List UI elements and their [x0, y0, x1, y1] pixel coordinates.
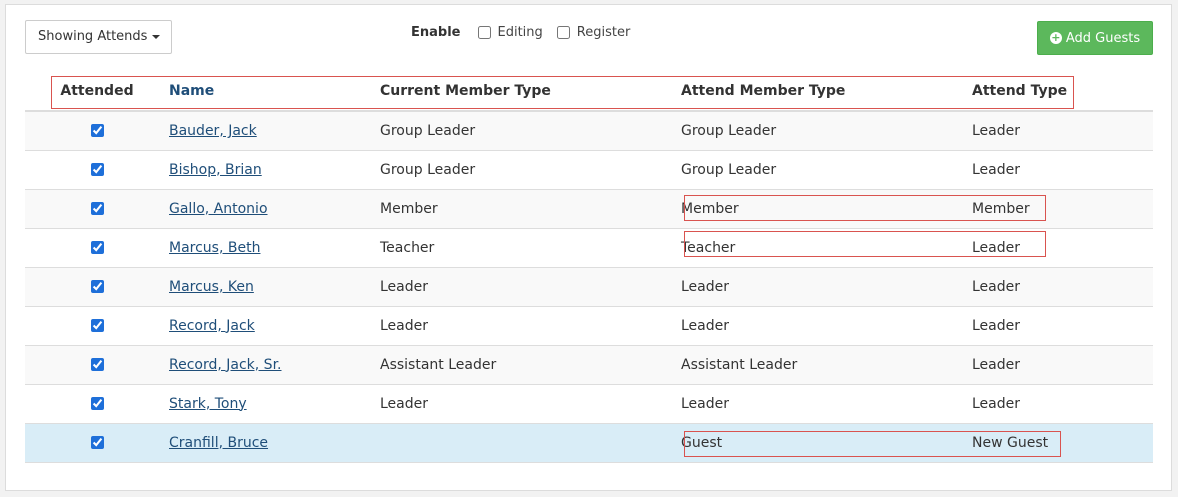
table-row: Stark, Tony Leader Leader Leader [25, 384, 1153, 424]
member-name-link[interactable]: Stark, Tony [169, 396, 247, 412]
current-member-type-cell: Leader [380, 306, 681, 346]
attended-cell [25, 384, 169, 424]
attended-cell [25, 423, 169, 463]
member-name-link[interactable]: Bishop, Brian [169, 162, 262, 178]
attended-checkbox[interactable] [90, 358, 104, 371]
caret-down-icon [152, 34, 161, 39]
add-guests-label: Add Guests [1065, 30, 1141, 46]
current-member-type-cell: Teacher [380, 228, 681, 268]
header-attend-type[interactable]: Attend Type [972, 72, 1153, 112]
attend-type-cell: Leader [972, 345, 1153, 385]
attendance-panel: Showing Attends Enable Editing Register … [5, 4, 1172, 491]
table-row: Bishop, Brian Group Leader Group Leader Lea… [25, 150, 1153, 190]
attended-cell [25, 111, 169, 151]
editing-label: Editing [497, 24, 543, 40]
attended-cell [25, 306, 169, 346]
attend-type-cell: New Guest [972, 423, 1153, 463]
attend-member-type-cell: Assistant Leader [681, 345, 972, 385]
current-member-type-cell: Member [380, 189, 681, 229]
attend-member-type-cell: Group Leader [681, 150, 972, 190]
attended-cell [25, 345, 169, 385]
attended-cell [25, 267, 169, 307]
current-member-type-cell: Leader [380, 267, 681, 307]
attend-type-cell: Leader [972, 150, 1153, 190]
attend-member-type-cell: Leader [681, 384, 972, 424]
name-cell: Bauder, Jack [169, 111, 380, 151]
table-row: Gallo, Antonio Member Member Member [25, 189, 1153, 229]
current-member-type-cell: Assistant Leader [380, 345, 681, 385]
attend-member-type-cell: Group Leader [681, 111, 972, 151]
table-row: Bauder, Jack Group Leader Group Leader Lead… [25, 111, 1153, 151]
member-name-link[interactable]: Record, Jack, Sr. [169, 357, 282, 373]
attend-type-cell: Leader [972, 306, 1153, 346]
header-attended[interactable]: Attended [25, 72, 169, 112]
name-cell: Gallo, Antonio [169, 189, 380, 229]
table-row: Marcus, Beth Teacher Teacher Leader [25, 228, 1153, 268]
member-name-link[interactable]: Marcus, Ken [169, 279, 254, 295]
member-name-link[interactable]: Cranfill, Bruce [169, 435, 268, 451]
name-cell: Bishop, Brian [169, 150, 380, 190]
attend-member-type-cell: Teacher [681, 228, 972, 268]
current-member-type-cell [380, 423, 681, 463]
table-header-row: Attended Name Current Member Type Attend… [25, 72, 1153, 112]
name-cell: Record, Jack, Sr. [169, 345, 380, 385]
attended-cell [25, 189, 169, 229]
attendance-table: Attended Name Current Member Type Attend… [25, 72, 1153, 463]
attended-checkbox[interactable] [90, 397, 104, 410]
current-member-type-cell: Group Leader [380, 111, 681, 151]
attended-checkbox[interactable] [90, 163, 104, 176]
header-attend-member-type[interactable]: Attend Member Type [681, 72, 972, 112]
attend-member-type-cell: Member [681, 189, 972, 229]
table-row: Record, Jack, Sr. Assistant Leader Assista… [25, 345, 1153, 385]
member-name-link[interactable]: Marcus, Beth [169, 240, 260, 256]
register-checkbox[interactable] [556, 25, 570, 39]
attend-type-cell: Leader [972, 267, 1153, 307]
attend-type-cell: Leader [972, 384, 1153, 424]
name-cell: Record, Jack [169, 306, 380, 346]
editing-checkbox[interactable] [477, 25, 491, 39]
attended-checkbox[interactable] [90, 202, 104, 215]
attend-type-cell: Member [972, 189, 1153, 229]
enable-options: Enable Editing Register [411, 22, 644, 42]
register-label: Register [576, 24, 631, 40]
current-member-type-cell: Leader [380, 384, 681, 424]
attended-cell [25, 150, 169, 190]
header-name-link[interactable]: Name [169, 83, 214, 99]
attended-cell [25, 228, 169, 268]
showing-attends-label: Showing Attends [38, 29, 148, 44]
attended-checkbox[interactable] [90, 241, 104, 254]
attend-type-cell: Leader [972, 228, 1153, 268]
table-body: Bauder, Jack Group Leader Group Leader Lead… [25, 111, 1153, 463]
attended-checkbox[interactable] [90, 280, 104, 293]
header-current-member-type[interactable]: Current Member Type [380, 72, 681, 112]
attend-type-cell: Leader [972, 111, 1153, 151]
register-option[interactable]: Register [556, 24, 631, 40]
editing-option[interactable]: Editing [477, 24, 543, 40]
header-name[interactable]: Name [169, 72, 380, 112]
add-guests-button[interactable]: + Add Guests [1037, 21, 1153, 55]
plus-circle-icon: + [1049, 31, 1062, 44]
member-name-link[interactable]: Bauder, Jack [169, 123, 257, 139]
table-row: Cranfill, Bruce Guest New Guest [25, 423, 1153, 463]
name-cell: Marcus, Ken [169, 267, 380, 307]
attended-checkbox[interactable] [90, 319, 104, 332]
name-cell: Marcus, Beth [169, 228, 380, 268]
name-cell: Stark, Tony [169, 384, 380, 424]
name-cell: Cranfill, Bruce [169, 423, 380, 463]
attend-member-type-cell: Leader [681, 306, 972, 346]
member-name-link[interactable]: Gallo, Antonio [169, 201, 268, 217]
attend-member-type-cell: Leader [681, 267, 972, 307]
attended-checkbox[interactable] [90, 124, 104, 138]
table-row: Marcus, Ken Leader Leader Leader [25, 267, 1153, 307]
attend-member-type-cell: Guest [681, 423, 972, 463]
enable-label: Enable [411, 24, 461, 40]
showing-attends-dropdown[interactable]: Showing Attends [25, 20, 172, 54]
current-member-type-cell: Group Leader [380, 150, 681, 190]
member-name-link[interactable]: Record, Jack [169, 318, 255, 334]
attended-checkbox[interactable] [90, 436, 104, 449]
table-row: Record, Jack Leader Leader Leader [25, 306, 1153, 346]
